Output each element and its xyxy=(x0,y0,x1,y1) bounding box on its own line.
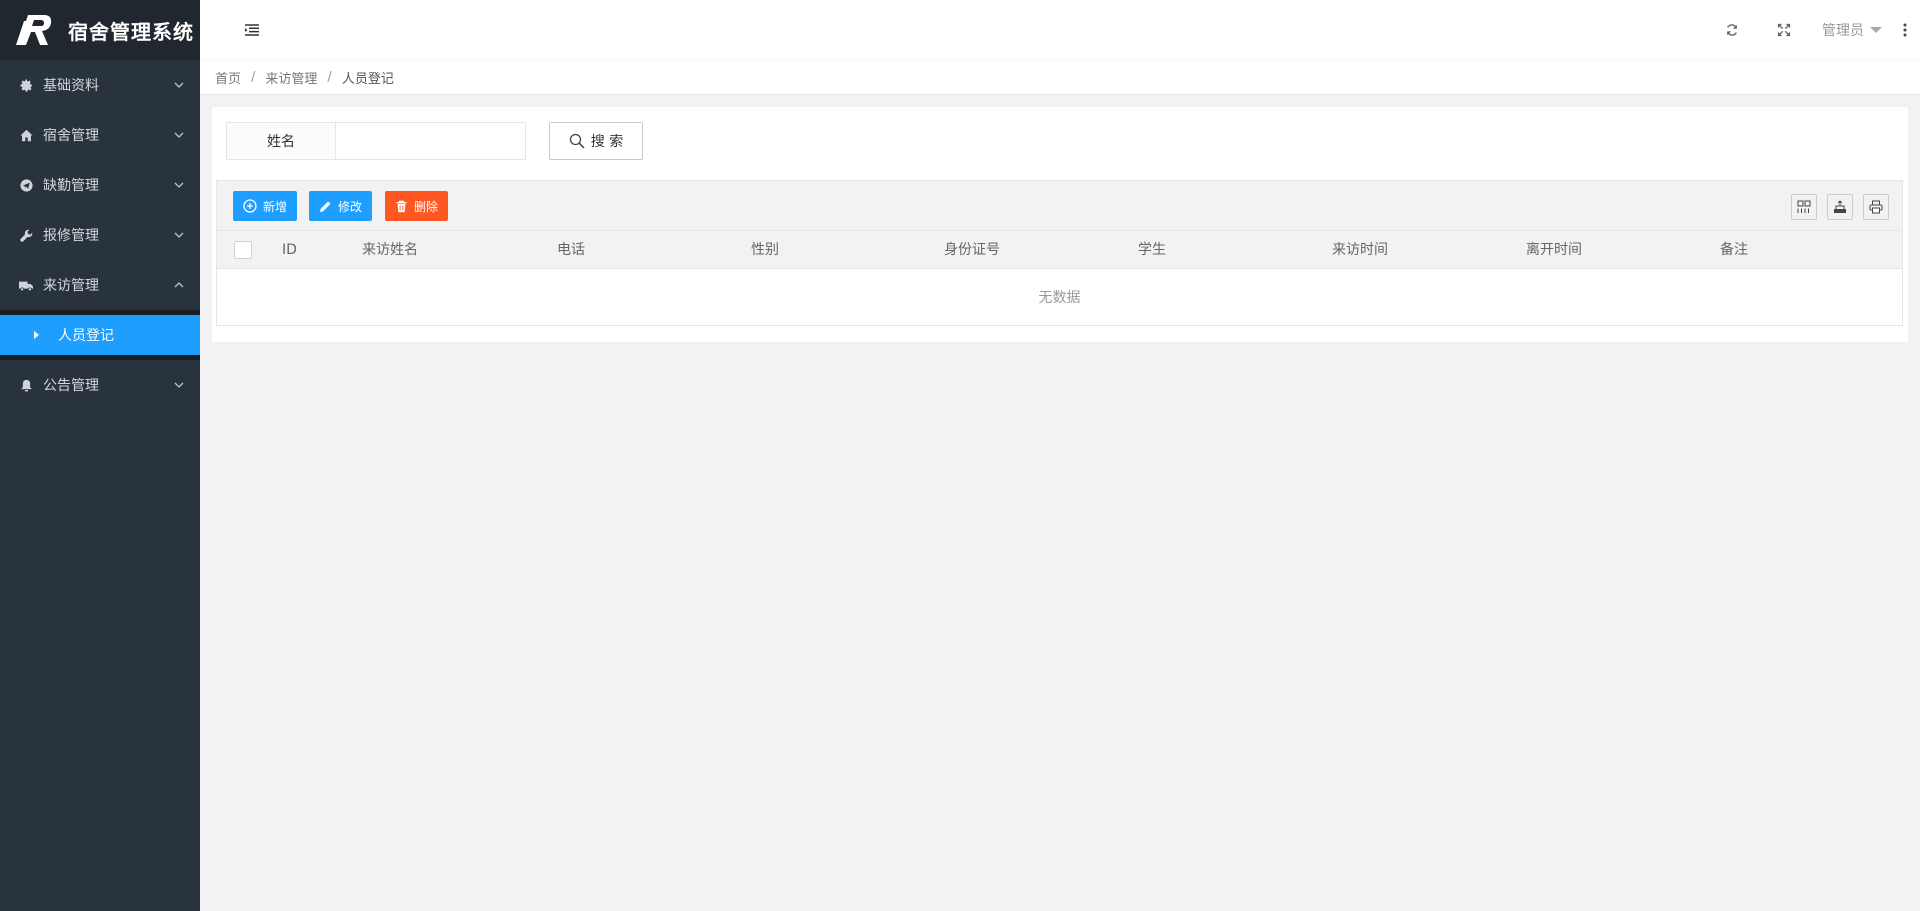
add-button-label: 新增 xyxy=(263,199,288,214)
select-all-checkbox[interactable] xyxy=(234,241,252,259)
caret-down-icon xyxy=(1870,27,1882,33)
submenu-visit: 人员登记 xyxy=(0,310,200,360)
chevron-up-icon xyxy=(174,280,184,290)
app-title: 宿舍管理系统 xyxy=(68,19,194,44)
sidebar-item-label: 人员登记 xyxy=(58,328,114,344)
column-header-remark[interactable]: 备注 xyxy=(1720,231,1748,269)
more-icon xyxy=(1903,23,1907,37)
bell-icon xyxy=(19,378,33,392)
breadcrumb-separator: / xyxy=(327,69,332,85)
column-header-id[interactable]: ID xyxy=(282,231,297,269)
sidebar-item-label: 公告管理 xyxy=(43,378,99,394)
sidebar-item-label: 来访管理 xyxy=(43,278,99,294)
export-icon xyxy=(1834,200,1846,213)
search-form: 姓名 xyxy=(226,122,526,160)
table-toolbar: 新增 修改 删除 xyxy=(217,181,1902,231)
edit-button[interactable]: 修改 xyxy=(309,191,373,221)
refresh-icon xyxy=(1726,24,1738,36)
user-menu[interactable]: 管理员 xyxy=(1810,20,1890,40)
sidebar-item-basic-data[interactable]: 基础资料 xyxy=(0,60,200,110)
username: 管理员 xyxy=(1822,23,1864,39)
logo-icon xyxy=(16,15,52,45)
add-button[interactable]: 新增 xyxy=(233,191,298,221)
sidebar-item-label: 宿舍管理 xyxy=(43,128,99,144)
wrench-icon xyxy=(19,228,33,242)
search-icon xyxy=(569,133,585,149)
columns-icon xyxy=(1797,200,1811,213)
sidebar-item-label: 缺勤管理 xyxy=(43,178,99,194)
gear-icon xyxy=(19,78,33,92)
sidebar: 宿舍管理系统 基础资料 宿舍管理 缺勤管理 报修管理 来访管理 人员登记 公告管… xyxy=(0,0,200,911)
caret-right-icon xyxy=(34,331,39,339)
empty-state: 无数据 xyxy=(1038,290,1081,306)
send-icon xyxy=(19,178,33,192)
fullscreen-button[interactable] xyxy=(1758,0,1810,60)
chevron-down-icon xyxy=(174,230,184,240)
more-button[interactable] xyxy=(1890,0,1920,60)
export-button[interactable] xyxy=(1827,194,1853,220)
column-header-visit-time[interactable]: 来访时间 xyxy=(1332,231,1388,269)
breadcrumb: 首页 / 来访管理 / 人员登记 xyxy=(200,60,1920,95)
sidebar-item-notice[interactable]: 公告管理 xyxy=(0,360,200,410)
name-label: 姓名 xyxy=(226,122,336,160)
top-header: 管理员 xyxy=(200,0,1920,60)
delete-button-label: 删除 xyxy=(414,199,439,214)
logo[interactable]: 宿舍管理系统 xyxy=(0,0,200,60)
chevron-down-icon xyxy=(174,80,184,90)
sidebar-item-label: 基础资料 xyxy=(43,78,99,94)
table-header: ID 来访姓名 电话 性别 身份证号 学生 来访时间 离开时间 备注 xyxy=(217,231,1902,269)
sidebar-item-visit[interactable]: 来访管理 xyxy=(0,260,200,310)
header-right: 管理员 xyxy=(1706,0,1920,60)
search-button[interactable]: 搜 索 xyxy=(549,122,643,160)
truck-icon xyxy=(19,278,33,292)
column-header-visitor-name[interactable]: 来访姓名 xyxy=(362,231,418,269)
column-header-phone[interactable]: 电话 xyxy=(557,231,585,269)
search-button-label: 搜 索 xyxy=(590,134,624,150)
pencil-icon xyxy=(319,200,331,212)
sidebar-item-visitor-register[interactable]: 人员登记 xyxy=(0,315,200,355)
sidebar-item-absence[interactable]: 缺勤管理 xyxy=(0,160,200,210)
name-input[interactable] xyxy=(336,122,526,160)
column-header-student[interactable]: 学生 xyxy=(1138,231,1166,269)
print-button[interactable] xyxy=(1863,194,1889,220)
menu-toggle-icon[interactable] xyxy=(244,22,260,38)
refresh-button[interactable] xyxy=(1706,0,1758,60)
trash-icon xyxy=(396,200,407,212)
home-icon xyxy=(19,128,33,142)
column-header-id-number[interactable]: 身份证号 xyxy=(944,231,1000,269)
column-header-leave-time[interactable]: 离开时间 xyxy=(1526,231,1582,269)
sidebar-item-repair[interactable]: 报修管理 xyxy=(0,210,200,260)
column-header-gender[interactable]: 性别 xyxy=(751,231,779,269)
chevron-down-icon xyxy=(174,380,184,390)
delete-button[interactable]: 删除 xyxy=(385,191,449,221)
data-table: 新增 修改 删除 ID 来访姓名 电话 性别 身份证号 学生 来访时间 离开时间… xyxy=(216,180,1903,326)
breadcrumb-current: 人员登记 xyxy=(341,71,394,87)
breadcrumb-home[interactable]: 首页 xyxy=(215,68,241,87)
plus-circle-icon xyxy=(243,199,257,213)
breadcrumb-visit[interactable]: 来访管理 xyxy=(265,68,317,87)
chevron-down-icon xyxy=(174,130,184,140)
edit-button-label: 修改 xyxy=(338,199,363,214)
sidebar-item-label: 报修管理 xyxy=(43,228,99,244)
fullscreen-icon xyxy=(1777,23,1791,37)
chevron-down-icon xyxy=(174,180,184,190)
columns-filter-button[interactable] xyxy=(1791,194,1817,220)
breadcrumb-separator: / xyxy=(251,69,256,85)
content-card: 姓名 搜 索 新增 修改 删除 ID 来访姓名 电话 性别 身份证号 学生 来访… xyxy=(212,107,1908,342)
print-icon xyxy=(1869,200,1883,214)
sidebar-item-dorm[interactable]: 宿舍管理 xyxy=(0,110,200,160)
